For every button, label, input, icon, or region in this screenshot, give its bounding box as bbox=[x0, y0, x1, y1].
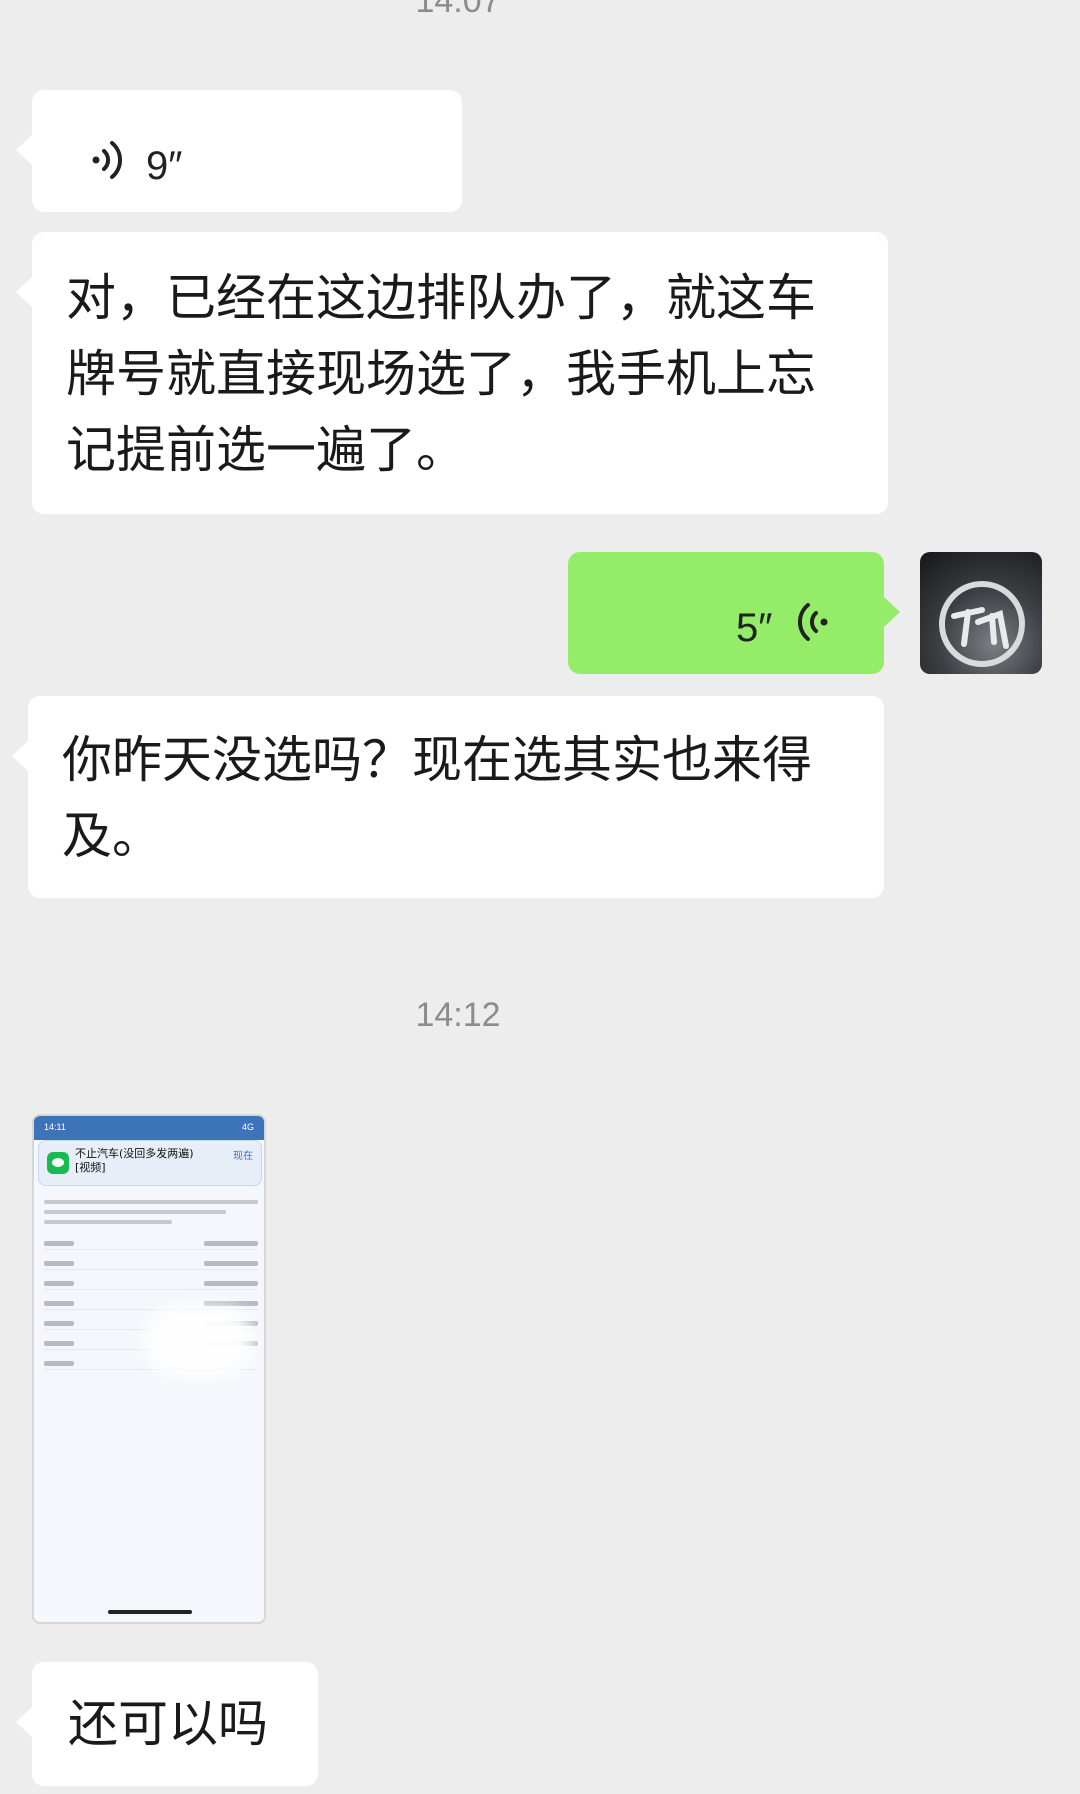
voice-message-incoming[interactable]: 9″ bbox=[16, 90, 462, 212]
video-list-row bbox=[44, 1278, 258, 1290]
avatar-emblem-icon bbox=[939, 581, 1025, 667]
user-avatar[interactable] bbox=[920, 552, 1042, 674]
video-home-indicator bbox=[108, 1610, 192, 1614]
video-list-row bbox=[44, 1238, 258, 1250]
video-banner-time: 现在 bbox=[233, 1151, 253, 1162]
message-bubble-incoming[interactable]: 还可以吗 bbox=[16, 1662, 318, 1786]
video-notification-banner: 不止汽车(没回多发两遍) [视频] 现在 bbox=[38, 1140, 262, 1186]
video-blur-mask bbox=[144, 1306, 254, 1376]
voice-duration: 5″ bbox=[736, 606, 773, 650]
video-banner-title: 不止汽车(没回多发两遍) bbox=[75, 1147, 194, 1160]
message-text-line: 还可以吗 bbox=[68, 1695, 268, 1753]
message-text-line: 记提前选一遍了。 bbox=[66, 421, 466, 479]
video-paragraph bbox=[44, 1200, 258, 1230]
wechat-icon bbox=[47, 1152, 69, 1174]
message-text-line: 及。 bbox=[62, 807, 162, 865]
voice-wave-icon bbox=[86, 128, 132, 179]
video-status-time: 14:11 bbox=[44, 1122, 66, 1132]
video-list-row bbox=[44, 1258, 258, 1270]
voice-duration: 9″ bbox=[146, 144, 183, 188]
message-text-line: 你昨天没选吗？现在选其实也来得 bbox=[62, 731, 812, 789]
video-status-bar: 14:11 4G bbox=[34, 1116, 264, 1140]
voice-wave-icon bbox=[788, 590, 834, 641]
message-bubble-incoming[interactable]: 对，已经在这边排队办了，就这车 牌号就直接现场选了，我手机上忘 记提前选一遍了。 bbox=[16, 232, 888, 514]
message-text-line: 对，已经在这边排队办了，就这车 bbox=[66, 269, 816, 327]
message-bubble-incoming[interactable]: 你昨天没选吗？现在选其实也来得 及。 bbox=[12, 696, 884, 898]
video-status-signal: 4G bbox=[241, 1122, 254, 1132]
video-banner-subtitle: [视频] bbox=[75, 1161, 106, 1174]
voice-message-outgoing[interactable]: 5″ bbox=[568, 552, 900, 674]
video-message-thumbnail[interactable]: 14:11 4G 不止汽车(没回多发两遍) [视频] 现在 bbox=[32, 1114, 266, 1624]
message-text-line: 牌号就直接现场选了，我手机上忘 bbox=[66, 345, 816, 403]
timestamp-top: 14:07 bbox=[415, 0, 501, 20]
timestamp: 14:12 bbox=[415, 996, 501, 1034]
